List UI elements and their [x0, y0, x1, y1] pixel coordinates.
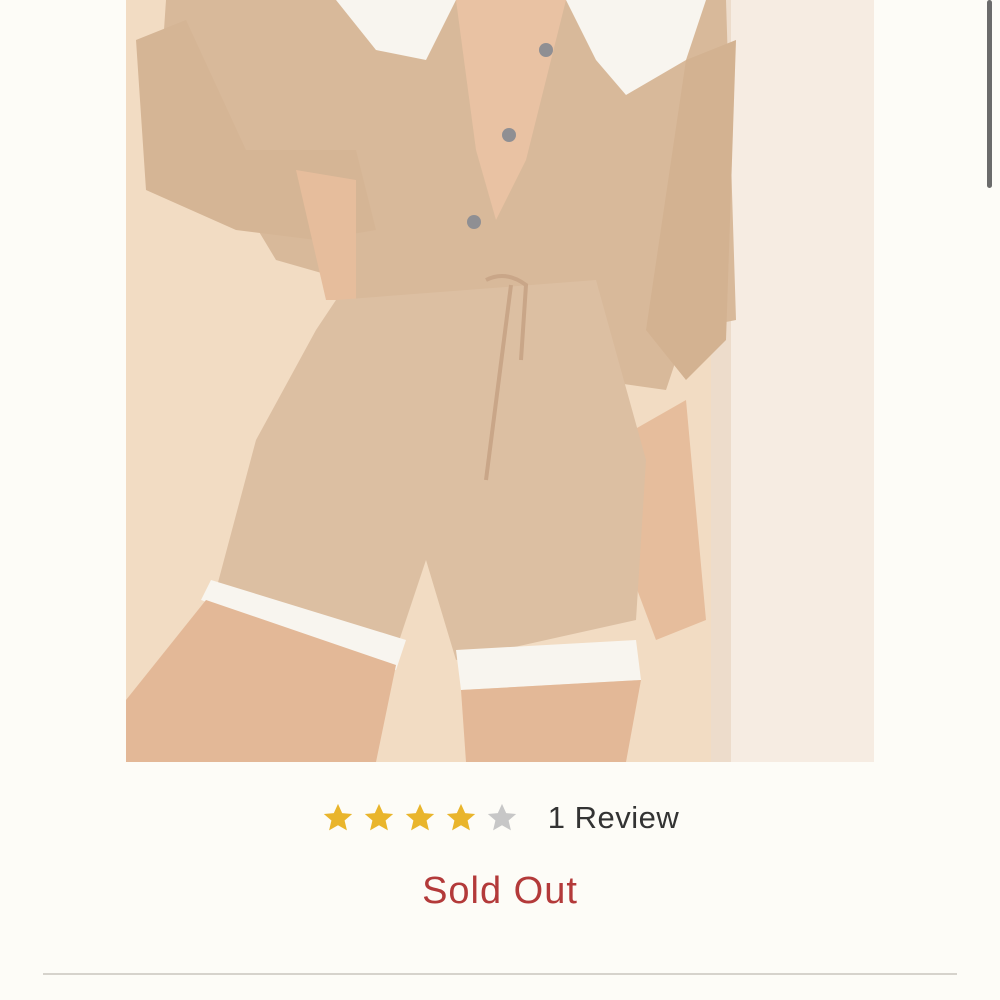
star-rating[interactable] — [321, 801, 526, 835]
rating-row[interactable]: 1 Review — [0, 796, 1000, 840]
product-photo-illustration — [126, 0, 874, 762]
star-filled-icon — [444, 801, 478, 835]
scrollbar-thumb[interactable] — [987, 0, 992, 188]
sold-out-label: Sold Out — [422, 870, 578, 912]
star-filled-icon — [403, 801, 437, 835]
product-page: 1 Review Sold Out — [0, 0, 1000, 1000]
star-filled-icon — [362, 801, 396, 835]
product-image[interactable] — [126, 0, 874, 762]
divider — [43, 973, 957, 975]
star-empty-icon — [485, 801, 519, 835]
star-filled-icon — [321, 801, 355, 835]
review-count-link[interactable]: 1 Review — [548, 800, 680, 836]
